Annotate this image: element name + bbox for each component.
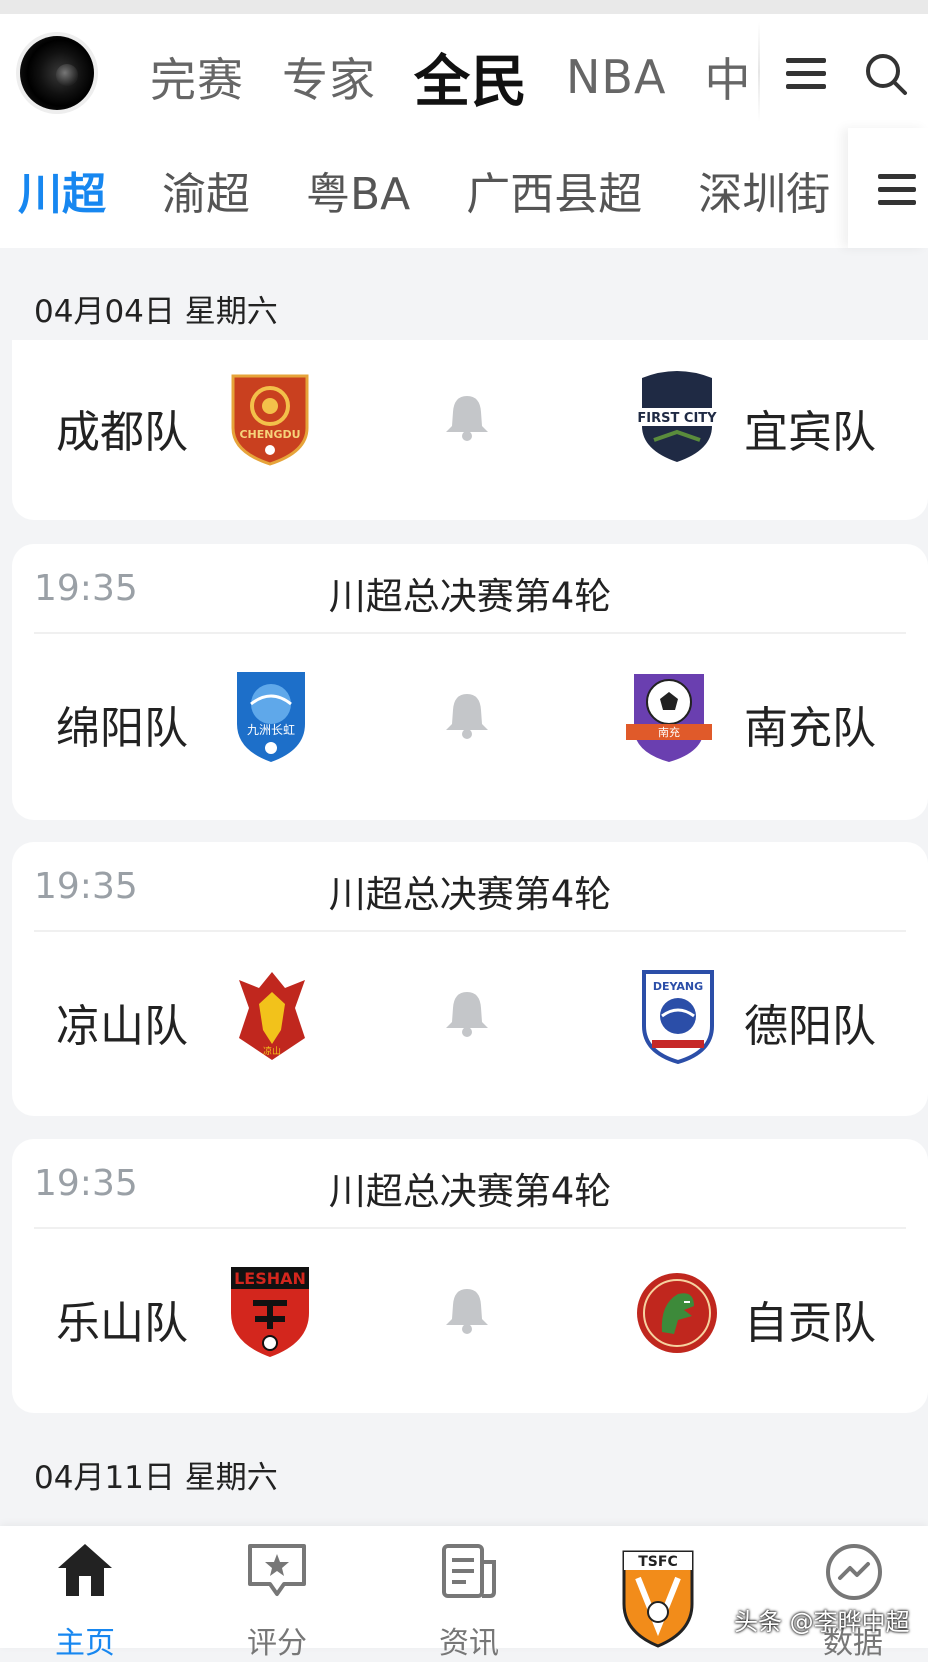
deyang-crest-icon: DEYANG [642, 970, 714, 1064]
date-header: 04月04日 星期六 [34, 294, 278, 330]
nav-label-news: 资讯 [439, 1626, 499, 1661]
jiuzhou-crest-text: 九洲长虹 [247, 723, 295, 737]
nanchong-crest-icon: 南充 [626, 674, 712, 762]
chengdu-crest-text: CHENGDU [239, 428, 300, 441]
menu-icon[interactable] [786, 58, 826, 90]
tsfc-crest-text: TSFC [638, 1554, 677, 1570]
tab-all-people[interactable]: 全民 [414, 42, 528, 113]
top-tab-bar: 完赛 专家 全民 NBA 中 [150, 42, 760, 113]
bell-icon[interactable] [444, 690, 490, 740]
user-avatar[interactable] [20, 36, 94, 110]
leshan-crest-text: LESHAN [234, 1269, 306, 1288]
search-icon[interactable] [864, 52, 908, 96]
home-team-name: 凉山队 [56, 1001, 188, 1052]
nav-home[interactable]: 主页 [40, 1540, 130, 1661]
match-round: 川超总决赛第4轮 [328, 575, 612, 618]
match-round: 川超总决赛第4轮 [328, 1170, 612, 1213]
tab-finished[interactable]: 完赛 [150, 44, 244, 110]
rating-star-icon [248, 1544, 306, 1596]
league-tab-chuanchao[interactable]: 川超 [18, 158, 106, 222]
watermark: 头条 @李晔中超 [734, 1608, 910, 1636]
match-round: 川超总决赛第4轮 [328, 873, 612, 916]
tab-china[interactable]: 中 [704, 44, 751, 110]
card-divider [34, 632, 906, 634]
nav-team[interactable]: TSFC [620, 1548, 696, 1648]
deyang-crest-text: DEYANG [653, 980, 703, 993]
tab-experts[interactable]: 专家 [282, 44, 376, 110]
league-menu-icon[interactable] [848, 128, 928, 248]
match-card[interactable]: 19:35 川超总决赛第4轮 凉山队 凉山 DEYANG 德阳队 [12, 842, 928, 1116]
data-trend-icon [826, 1544, 882, 1600]
league-tabs: 川超 渝超 粤BA 广西县超 深圳街 [18, 150, 848, 230]
first-city-crest-text: FIRST CITY [637, 411, 717, 426]
tsfc-crest-icon: TSFC [622, 1550, 694, 1648]
away-team-name: 宜宾队 [744, 407, 876, 458]
league-tab-shenzhen[interactable]: 深圳街 [698, 158, 830, 222]
clipped-banner-strip [0, 0, 928, 14]
liangshan-crest-text: 凉山 [263, 1045, 281, 1057]
match-card[interactable]: 成都队 CHENGDU FIRST CITY 宜宾队 [12, 340, 928, 520]
bell-icon[interactable] [444, 1285, 490, 1335]
bell-icon[interactable] [444, 988, 490, 1038]
league-tab-yueba[interactable]: 粤BA [306, 158, 410, 222]
league-tab-guangxi[interactable]: 广西县超 [466, 158, 642, 222]
nanchong-crest-text: 南充 [658, 725, 680, 739]
first-city-crest-icon: FIRST CITY [637, 371, 717, 462]
jiuzhou-changhong-crest-icon: 九洲长虹 [237, 672, 305, 762]
leshan-crest-icon: LESHAN [231, 1267, 309, 1357]
away-team-name: 德阳队 [744, 1001, 876, 1052]
tab-nba[interactable]: NBA [566, 50, 666, 104]
match-card[interactable]: 19:35 川超总决赛第4轮 乐山队 LESHAN 自贡队 [12, 1139, 928, 1413]
tab-divider [758, 22, 760, 122]
nav-label-home: 主页 [55, 1626, 115, 1661]
match-card[interactable]: 19:35 川超总决赛第4轮 绵阳队 九洲长虹 南充 南充队 [12, 544, 928, 820]
nav-rating[interactable]: 评分 [232, 1540, 322, 1661]
date-header: 04月11日 星期六 [34, 1460, 278, 1496]
away-team-name: 南充队 [744, 703, 876, 754]
home-team-name: 成都队 [56, 407, 188, 458]
card-divider [34, 1227, 906, 1229]
zigong-crest-icon [637, 1273, 717, 1353]
card-divider [34, 930, 906, 932]
home-icon [58, 1544, 112, 1596]
chengdu-crest-icon: CHENGDU [231, 374, 309, 466]
nav-news[interactable]: 资讯 [424, 1540, 514, 1661]
home-team-name: 乐山队 [56, 1298, 188, 1349]
league-tab-yuchao[interactable]: 渝超 [162, 158, 250, 222]
bell-icon[interactable] [444, 392, 490, 442]
nav-label-rating: 评分 [247, 1626, 307, 1661]
home-team-name: 绵阳队 [56, 703, 188, 754]
liangshan-crest-icon: 凉山 [239, 972, 305, 1060]
news-icon [442, 1544, 496, 1598]
away-team-name: 自贡队 [744, 1298, 876, 1349]
